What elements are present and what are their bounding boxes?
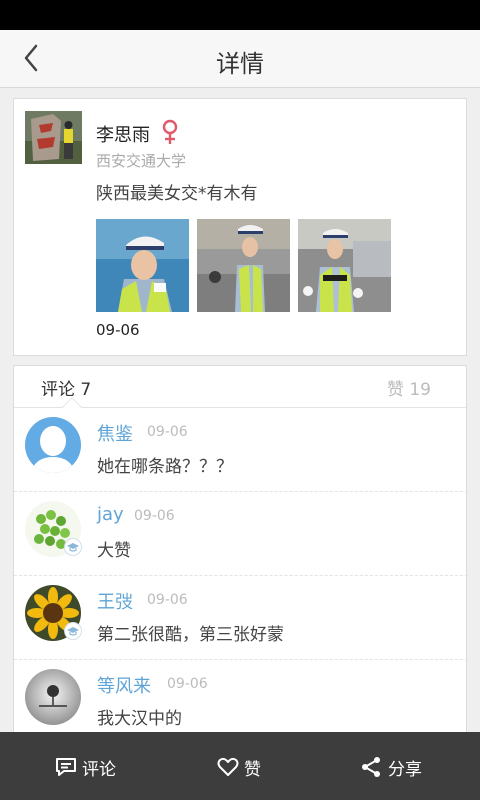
post-date: 09-06 <box>96 321 140 339</box>
tab-comments[interactable]: 评论 7 <box>41 375 91 400</box>
share-button-label: 分享 <box>388 760 422 780</box>
post-text: 陕西最美女交*有木有 <box>96 184 258 204</box>
female-icon <box>162 119 178 144</box>
comment-text: 她在哪条路？？？ <box>97 457 233 477</box>
graduation-cap-icon <box>64 622 82 640</box>
comment-time: 09-06 <box>147 592 188 608</box>
comment-text: 大赞 <box>97 541 131 561</box>
comment-item: 王弢 09-06 第二张很酷，第三张好蒙 <box>14 576 466 660</box>
author-name[interactable]: 李思雨 <box>96 121 150 147</box>
author-avatar[interactable] <box>25 111 82 164</box>
post-card: 李思雨 西安交通大学 陕西最美女交*有木有 09-06 <box>13 98 467 356</box>
commenter-avatar[interactable] <box>25 669 81 725</box>
comment-icon <box>56 758 76 776</box>
share-button[interactable]: 分享 <box>345 732 455 800</box>
commenter-avatar[interactable] <box>25 417 81 473</box>
commenter-name[interactable]: jay <box>97 504 124 525</box>
commenter-name[interactable]: 焦鉴 <box>97 420 133 446</box>
comment-item: 等风来 09-06 我大汉中的 <box>14 660 466 734</box>
comments-tabs: 评论 7 赞 19 <box>14 366 466 417</box>
share-icon <box>362 757 380 777</box>
photo-image <box>197 219 290 312</box>
page-title: 详情 <box>216 50 264 78</box>
comment-button[interactable]: 评论 <box>40 732 160 800</box>
default-avatar-icon <box>25 417 81 473</box>
post-photo-3[interactable] <box>298 219 391 312</box>
graduation-cap-icon <box>64 538 82 556</box>
comment-text: 我大汉中的 <box>97 709 182 729</box>
comments-panel: 评论 7 赞 19 焦鉴 09-06 她在哪条路？？？ jay 09-06 大赞… <box>13 365 467 735</box>
comment-button-label: 评论 <box>82 760 116 780</box>
avatar-image <box>25 669 81 725</box>
comment-item: 焦鉴 09-06 她在哪条路？？？ <box>14 408 466 492</box>
navigation-bar: 详情 <box>0 30 480 88</box>
comment-time: 09-06 <box>167 676 208 692</box>
avatar-image <box>25 111 82 164</box>
status-bar <box>0 0 480 30</box>
tab-likes[interactable]: 赞 19 <box>387 375 431 400</box>
author-school: 西安交通大学 <box>96 152 187 170</box>
commenter-name[interactable]: 等风来 <box>97 672 151 698</box>
commenter-name[interactable]: 王弢 <box>97 588 133 614</box>
like-button-label: 赞 <box>244 760 261 780</box>
photo-image <box>298 219 391 312</box>
post-photo-2[interactable] <box>197 219 290 312</box>
comment-time: 09-06 <box>134 508 175 524</box>
comment-item: jay 09-06 大赞 <box>14 492 466 576</box>
comment-text: 第二张很酷，第三张好蒙 <box>97 625 284 645</box>
like-button[interactable]: 赞 <box>200 732 290 800</box>
heart-icon <box>217 757 239 776</box>
photo-image <box>96 219 189 312</box>
bottom-action-bar: 评论 赞 分享 <box>0 732 480 800</box>
comment-time: 09-06 <box>147 424 188 440</box>
post-photo-1[interactable] <box>96 219 189 312</box>
